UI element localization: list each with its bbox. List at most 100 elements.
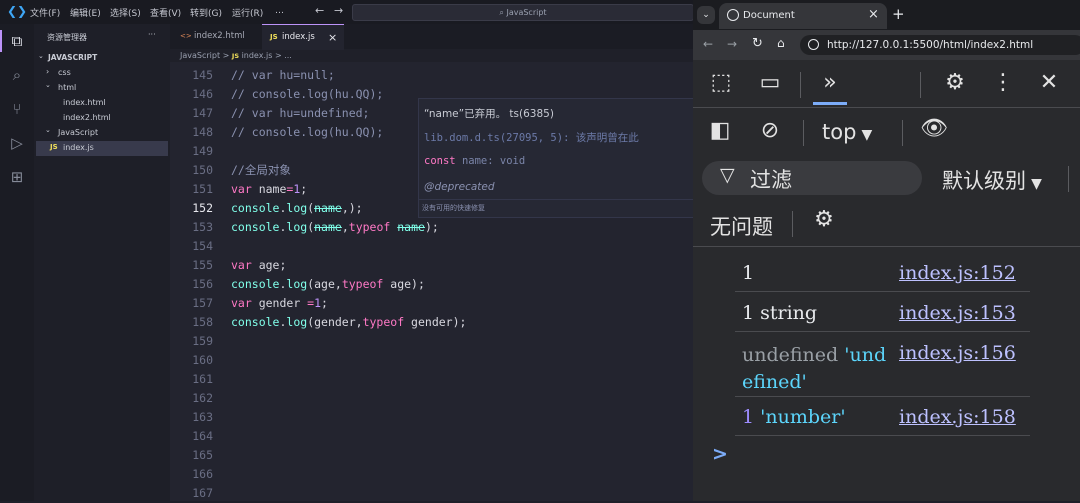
console-message-number: 1 (742, 406, 761, 428)
code-line-157: var gender =1; (231, 296, 328, 310)
line-number: 159 (192, 334, 213, 348)
line-number-gutter: 145 146 147 148 149 150 151 152 153 154 155 156 157 1… (173, 66, 213, 503)
live-expression-eye-icon[interactable]: 👁 (916, 116, 952, 141)
menu-run[interactable]: 运行(R) (232, 6, 263, 19)
more-actions-icon[interactable]: ··· (148, 30, 156, 39)
globe-icon (727, 9, 739, 21)
back-icon[interactable]: ← (315, 4, 324, 17)
code-line-145: // var hu=null; (231, 68, 335, 82)
line-number: 148 (192, 125, 213, 139)
forward-icon[interactable]: → (727, 37, 737, 51)
address-bar[interactable]: http://127.0.0.1:5500/html/index2.html (800, 35, 1080, 55)
tree-item-css[interactable]: › css (36, 66, 168, 80)
tab-index2-html[interactable]: <> index2.html (170, 24, 262, 49)
chevron-right-icon: › (46, 67, 50, 76)
close-tab-icon[interactable]: × (868, 7, 879, 22)
settings-gear-icon[interactable]: ⚙ (940, 70, 970, 95)
close-tab-icon[interactable]: × (328, 25, 337, 50)
source-control-icon[interactable]: ⑂ (8, 100, 26, 118)
tree-item-label: JavaScript (58, 128, 99, 137)
more-tabs-icon[interactable]: » (813, 70, 847, 95)
browser-tab-document[interactable]: Document × (719, 3, 887, 29)
menu-selection[interactable]: 选择(S) (110, 6, 141, 19)
console-source-link[interactable]: index.js:158 (899, 406, 1016, 428)
code-line-156: console.log(age,typeof age); (231, 277, 425, 291)
line-number: 161 (192, 372, 213, 386)
explorer-title: 资源管理器 (47, 33, 87, 42)
tree-item-index2-html[interactable]: index2.html (36, 111, 168, 125)
log-level-dropdown[interactable]: 默认级别 ▼ (942, 165, 1042, 195)
console-prompt-icon[interactable]: > (712, 443, 728, 465)
active-indicator (0, 30, 2, 52)
breadcrumb: JavaScript > JS index.js > ... (180, 51, 292, 60)
menu-file[interactable]: 文件(F) (30, 6, 60, 19)
line-number: 158 (192, 315, 213, 329)
issues-counter[interactable]: 无问题 (710, 211, 773, 241)
menu-go[interactable]: 转到(G) (190, 6, 222, 19)
clear-console-icon[interactable]: ⊘ (754, 118, 786, 143)
title-bar: ❮❯ 文件(F) 编辑(E) 选择(S) 查看(V) 转到(G) 运行(R) …… (0, 0, 694, 24)
line-number: 147 (192, 106, 213, 120)
home-icon[interactable]: ⌂ (777, 36, 785, 50)
chevron-down-icon: ⌄ (45, 126, 51, 134)
explorer-icon[interactable]: ⧉ (8, 32, 26, 50)
device-toolbar-icon[interactable]: ▭ (754, 70, 786, 95)
js-file-icon: JS (231, 52, 240, 60)
close-devtools-icon[interactable]: ✕ (1034, 70, 1064, 95)
menu-more[interactable]: … (275, 6, 284, 16)
tab-title: Document (743, 10, 795, 21)
breadcrumb-folder[interactable]: JavaScript (180, 51, 220, 60)
tree-item-index-html[interactable]: index.html (36, 96, 168, 110)
console-settings-gear-icon[interactable]: ⚙ (809, 207, 839, 232)
console-source-link[interactable]: index.js:156 (899, 342, 1016, 364)
line-number: 160 (192, 353, 213, 367)
line-number: 167 (192, 486, 213, 500)
line-number: 166 (192, 467, 213, 481)
reload-icon[interactable]: ↻ (752, 36, 763, 51)
site-info-icon[interactable] (808, 39, 819, 50)
console-message-string: 'number' (760, 406, 846, 428)
new-tab-icon[interactable]: + (892, 5, 905, 23)
url-text: http://127.0.0.1:5500/html/index2.html (827, 39, 1034, 51)
more-options-icon[interactable]: ⋮ (990, 70, 1016, 95)
line-number: 157 (192, 296, 213, 310)
back-icon[interactable]: ← (703, 37, 713, 51)
toolbar-divider (800, 72, 801, 98)
forward-icon[interactable]: → (334, 4, 343, 17)
console-source-link[interactable]: index.js:153 (899, 302, 1016, 324)
tooltip-divider (419, 199, 699, 200)
tooltip-declaration-link[interactable]: lib.dom.d.ts(27095, 5): 该声明曾在此 (424, 130, 639, 145)
command-center-search[interactable]: ⌕ JavaScript (352, 4, 694, 21)
tree-item-html[interactable]: ⌄ html (36, 81, 168, 95)
workspace-root[interactable]: ⌄ JAVASCRIPT (36, 51, 168, 64)
chevron-down-icon: ⌄ (38, 52, 44, 60)
extensions-icon[interactable]: ⊞ (8, 168, 26, 186)
menu-view[interactable]: 查看(V) (150, 6, 181, 19)
dropdown-arrow-icon: ▼ (861, 127, 873, 143)
tab-search-icon[interactable]: ⌄ (697, 6, 715, 24)
run-debug-icon[interactable]: ▷ (8, 134, 26, 152)
console-filter-input[interactable]: ▽ 过滤 (702, 161, 922, 195)
search-text: JavaScript (506, 8, 547, 17)
code-line-155: var age; (231, 258, 287, 272)
tree-item-javascript-folder[interactable]: ⌄ JavaScript (36, 126, 168, 140)
tree-item-index-js[interactable]: JS index.js (36, 141, 168, 156)
toolbar-divider (920, 72, 921, 98)
line-number: 165 (192, 448, 213, 462)
active-tab-indicator (813, 102, 847, 105)
search-icon[interactable]: ⌕ (8, 66, 26, 84)
tab-index-js[interactable]: JS index.js × (262, 24, 344, 50)
breadcrumb-file[interactable]: index.js (242, 51, 273, 60)
console-source-link[interactable]: index.js:152 (899, 262, 1016, 284)
inspect-element-icon[interactable]: ⬚ (707, 70, 735, 95)
console-row-divider (735, 435, 1030, 436)
context-selector[interactable]: top ▼ (822, 120, 872, 144)
toolbar-divider (803, 120, 804, 146)
menu-edit[interactable]: 编辑(E) (70, 6, 101, 19)
console-row-divider (735, 396, 1030, 397)
html-file-icon: <> (180, 32, 192, 40)
breadcrumb-rest[interactable]: > ... (275, 51, 292, 60)
chevron-down-icon: ⌄ (45, 81, 51, 89)
tooltip-deprecated-tag: @deprecated (424, 181, 495, 193)
sidebar-toggle-icon[interactable]: ◧ (705, 118, 735, 143)
